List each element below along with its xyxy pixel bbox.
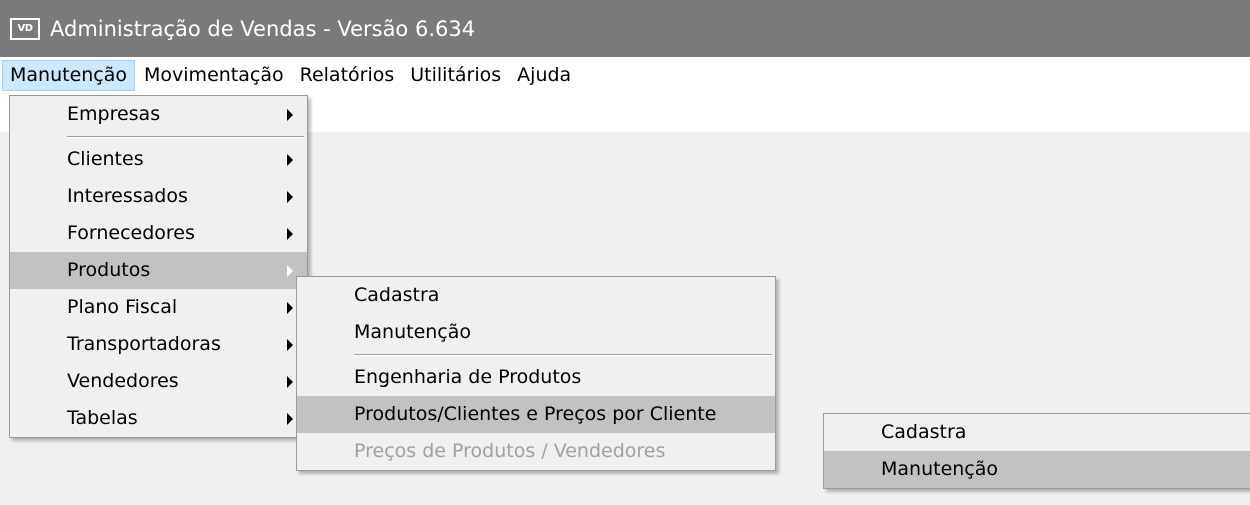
menu-item-clientes[interactable]: Clientes bbox=[10, 141, 307, 178]
menubar-item-ajuda[interactable]: Ajuda bbox=[510, 60, 578, 91]
submenu-arrow-icon bbox=[287, 109, 293, 121]
menu-item-produtos-clientes-precos[interactable]: Produtos/Clientes e Preços por Cliente bbox=[297, 396, 775, 433]
submenu-arrow-icon bbox=[287, 302, 293, 314]
submenu-arrow-icon bbox=[287, 413, 293, 425]
menubar-item-movimentacao[interactable]: Movimentação bbox=[137, 60, 291, 91]
submenu-arrow-icon bbox=[287, 265, 293, 277]
menu-item-produtos[interactable]: Produtos bbox=[10, 252, 307, 289]
menu-separator bbox=[354, 354, 772, 356]
manutencao-menu: Empresas Clientes Interessados Fornecedo… bbox=[9, 95, 308, 438]
menu-item-fornecedores[interactable]: Fornecedores bbox=[10, 215, 307, 252]
menubar-item-utilitarios[interactable]: Utilitários bbox=[403, 60, 508, 91]
window-title: Administração de Vendas - Versão 6.634 bbox=[50, 16, 476, 41]
submenu-arrow-icon bbox=[287, 228, 293, 240]
menu-item-interessados[interactable]: Interessados bbox=[10, 178, 307, 215]
title-bar: VD Administração de Vendas - Versão 6.63… bbox=[0, 0, 1250, 57]
menu-separator bbox=[67, 136, 304, 138]
menubar-item-relatorios[interactable]: Relatórios bbox=[293, 60, 402, 91]
app-icon[interactable]: VD bbox=[10, 17, 40, 40]
menu-item-label: Fornecedores bbox=[67, 222, 195, 244]
menu-item-label: Vendedores bbox=[67, 370, 179, 392]
submenu-arrow-icon bbox=[287, 339, 293, 351]
menu-item-cadastra[interactable]: Cadastra bbox=[824, 414, 1250, 451]
produtos-submenu: Cadastra Manutenção Engenharia de Produt… bbox=[296, 276, 776, 471]
menu-item-tabelas[interactable]: Tabelas bbox=[10, 400, 307, 437]
menu-item-label: Plano Fiscal bbox=[67, 296, 178, 318]
menubar-item-manutencao[interactable]: Manutenção bbox=[2, 60, 136, 91]
menu-item-plano-fiscal[interactable]: Plano Fiscal bbox=[10, 289, 307, 326]
menu-bar: Manutenção Movimentação Relatórios Utili… bbox=[0, 57, 1250, 94]
precos-cliente-submenu: Cadastra Manutenção bbox=[823, 413, 1250, 489]
menu-item-label: Empresas bbox=[67, 103, 161, 125]
menu-item-label: Produtos bbox=[67, 259, 151, 281]
submenu-arrow-icon bbox=[287, 376, 293, 388]
menu-item-empresas[interactable]: Empresas bbox=[10, 96, 307, 133]
menu-item-precos-produtos-vendedores: Preços de Produtos / Vendedores bbox=[354, 440, 666, 462]
submenu-arrow-icon bbox=[287, 191, 293, 203]
menu-item-cadastra[interactable]: Cadastra bbox=[297, 277, 775, 314]
menu-item-vendedores[interactable]: Vendedores bbox=[10, 363, 307, 400]
menu-item-label: Clientes bbox=[67, 148, 144, 170]
menu-item-engenharia-produtos[interactable]: Engenharia de Produtos bbox=[297, 359, 775, 396]
menu-item-label: Interessados bbox=[67, 185, 188, 207]
menu-item-label: Transportadoras bbox=[67, 333, 221, 355]
submenu-arrow-icon bbox=[287, 154, 293, 166]
menu-item-transportadoras[interactable]: Transportadoras bbox=[10, 326, 307, 363]
menu-item-label: Tabelas bbox=[67, 407, 138, 429]
menu-item-manutencao[interactable]: Manutenção bbox=[297, 314, 775, 351]
menu-item-manutencao[interactable]: Manutenção bbox=[824, 451, 1250, 488]
